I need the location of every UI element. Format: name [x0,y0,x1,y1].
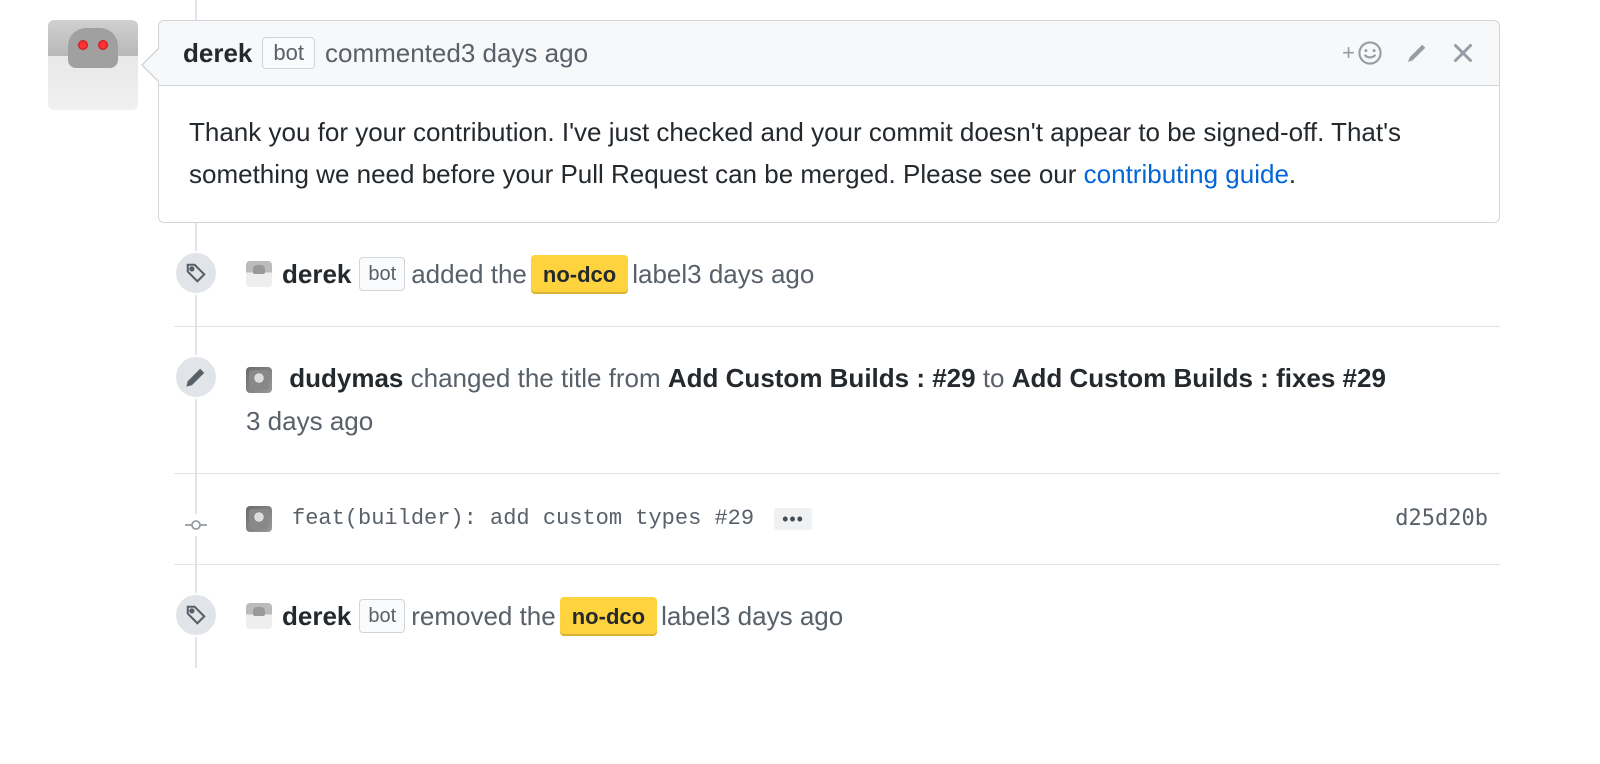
event-badge [185,514,207,536]
pencil-icon [185,366,207,388]
timeline-event-label-removed: derek bot removed the no-dco label 3 day… [174,565,1500,668]
event-text: derek bot added the no-dco label 3 days … [246,255,1500,294]
close-button[interactable] [1451,41,1475,65]
event-author[interactable]: derek [282,255,351,294]
avatar[interactable] [246,367,272,393]
add-reaction-button[interactable]: + [1342,40,1383,66]
event-timestamp[interactable]: 3 days ago [246,402,1500,441]
timeline-event-label-added: derek bot added the no-dco label 3 days … [174,223,1500,327]
tag-icon [185,604,207,626]
avatar[interactable] [246,506,272,532]
timeline: derek bot commented 3 days ago + [0,0,1500,668]
event-badge [174,355,218,399]
event-action-post: label [632,255,687,294]
comment-action-text: commented [325,38,461,69]
comment-box: derek bot commented 3 days ago + [158,20,1500,223]
event-timestamp[interactable]: 3 days ago [687,255,814,294]
smiley-icon [1357,40,1383,66]
label-pill[interactable]: no-dco [531,255,628,294]
event-badge [174,593,218,637]
comment-body-suffix: . [1289,159,1296,189]
event-connector: to [983,363,1012,393]
event-action-pre: added the [411,255,527,294]
contributing-guide-link[interactable]: contributing guide [1084,159,1289,189]
event-timestamp[interactable]: 3 days ago [716,597,843,636]
edit-button[interactable] [1405,41,1429,65]
event-author[interactable]: derek [282,597,351,636]
timeline-event-title-changed: dudymas changed the title from Add Custo… [174,327,1500,474]
bot-badge: bot [262,37,315,69]
event-action-pre: removed the [411,597,556,636]
avatar[interactable] [246,603,272,629]
event-badge [174,251,218,295]
comment-header: derek bot commented 3 days ago + [159,21,1499,86]
timeline-event-commit: feat(builder): add custom types #29 ••• … [174,474,1500,565]
label-pill[interactable]: no-dco [560,597,657,636]
event-text: dudymas changed the title from Add Custo… [246,359,1500,441]
avatar[interactable] [48,20,138,110]
event-author[interactable]: dudymas [289,363,403,393]
comment-author[interactable]: derek [183,38,252,69]
commit-icon [185,517,207,533]
bot-badge: bot [359,599,405,633]
comment-body: Thank you for your contribution. I've ju… [159,86,1499,221]
new-title: Add Custom Builds : fixes #29 [1012,363,1386,393]
event-text: derek bot removed the no-dco label 3 day… [246,597,1500,636]
old-title: Add Custom Builds : #29 [668,363,976,393]
expand-commit-button[interactable]: ••• [774,508,812,530]
avatar[interactable] [246,261,272,287]
commit-row: feat(builder): add custom types #29 ••• … [246,506,1500,532]
comment-actions: + [1342,40,1475,66]
pencil-icon [1405,41,1429,65]
close-icon [1451,41,1475,65]
commit-sha[interactable]: d25d20b [1395,506,1500,531]
event-action-post: label [661,597,716,636]
event-action-pre: changed the title from [411,363,668,393]
plus-icon: + [1342,40,1355,66]
comment-timestamp[interactable]: 3 days ago [461,38,588,69]
bot-badge: bot [359,257,405,291]
robot-icon [68,28,118,68]
tag-icon [185,262,207,284]
comment-item: derek bot commented 3 days ago + [48,0,1500,223]
commit-message[interactable]: feat(builder): add custom types #29 [292,506,754,531]
